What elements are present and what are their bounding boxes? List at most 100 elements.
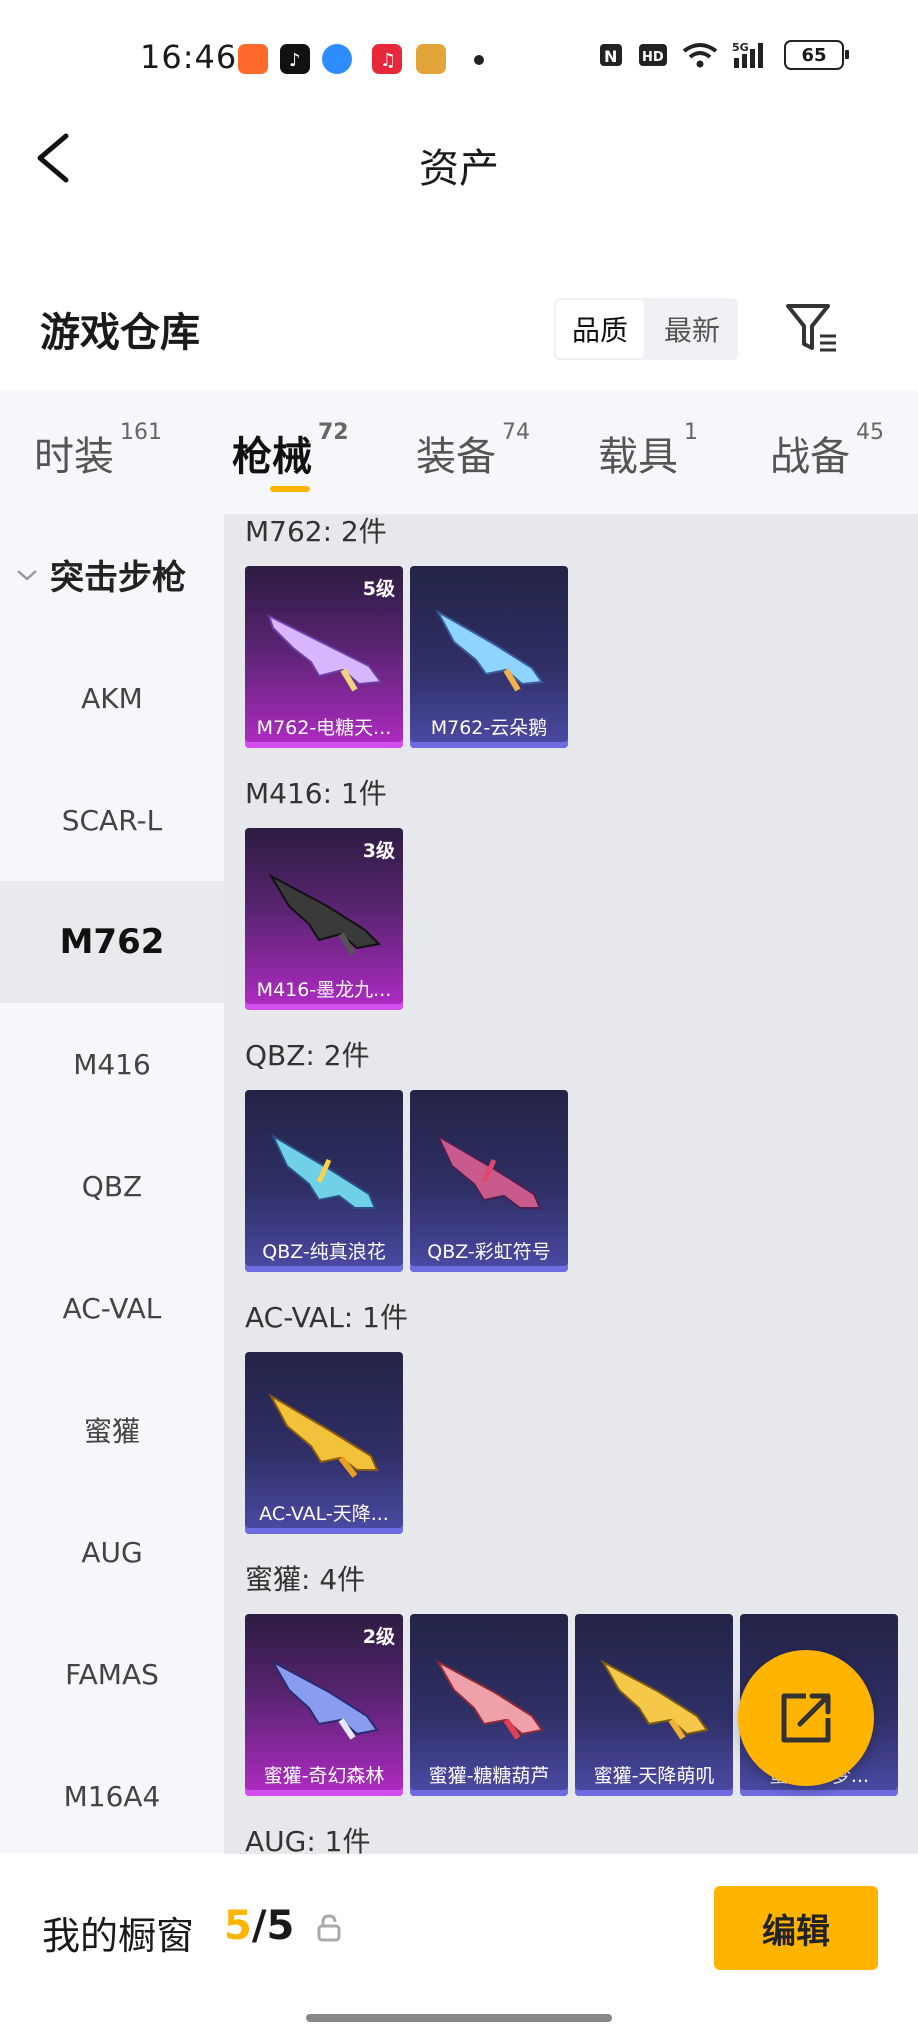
weapon-card[interactable]: QBZ-彩虹符号 — [410, 1090, 568, 1272]
sidebar-item-aug[interactable]: AUG — [0, 1491, 224, 1613]
rifle-skin-image — [435, 1659, 544, 1740]
rifle-skin-image — [270, 1659, 379, 1740]
tab-firearms[interactable]: 枪械72 — [232, 420, 349, 482]
page-title: 资产 — [419, 146, 499, 192]
rifle-skin-image — [435, 609, 544, 692]
tab-label: 战备 — [770, 434, 850, 480]
tab-vehicles[interactable]: 载具1 — [598, 420, 698, 482]
svg-text:N: N — [604, 47, 617, 66]
tab-count: 1 — [684, 420, 698, 445]
lock-icon — [316, 1914, 342, 1946]
sidebar-item-famas[interactable]: FAMAS — [0, 1613, 224, 1735]
weapon-card[interactable]: 蜜獾-糖糖葫芦 — [410, 1614, 568, 1796]
tab-label: 时装 — [34, 434, 114, 480]
item-name: AC-VAL-天降... — [259, 1503, 389, 1525]
weapon-card[interactable]: AC-VAL-天降... — [245, 1352, 403, 1534]
section-label: M762: 2件 — [245, 515, 387, 548]
filter-button[interactable] — [784, 300, 840, 356]
rifle-skin-image — [270, 1133, 377, 1209]
tab-label: 载具 — [598, 434, 678, 480]
tiktok-app-icon: ♪ — [280, 44, 310, 74]
weapon-card[interactable]: QBZ-纯真浪花 — [245, 1090, 403, 1272]
rifle-skin-image — [600, 1659, 709, 1740]
item-name: M762-电糖天... — [256, 717, 392, 739]
browser-app-icon — [322, 44, 352, 74]
item-name: M416-墨龙九... — [256, 979, 392, 1001]
weapon-card[interactable]: 蜜獾-天降萌叽 — [575, 1614, 733, 1796]
signal-icon: 5G — [732, 41, 763, 68]
chevron-down-icon — [17, 569, 37, 581]
rifle-skin-image — [268, 1393, 379, 1478]
svg-text:HD: HD — [642, 50, 664, 65]
tab-count: 45 — [856, 420, 884, 445]
item-name: 蜜獾-糖糖葫芦 — [428, 1765, 550, 1787]
category-tabs: 时装161 枪械72 装备74 载具1 战备45 — [0, 390, 918, 514]
nfc-icon: N — [600, 44, 622, 66]
hd-icon: HD — [639, 44, 667, 66]
section-label: AC-VAL: 1件 — [245, 1301, 408, 1334]
section-label: AUG: 1件 — [245, 1825, 371, 1854]
sort-newest-button[interactable]: 最新 — [646, 298, 738, 360]
sidebar-group-assault-rifles[interactable]: 突击步枪 — [14, 550, 186, 599]
rifle-skin-image — [267, 614, 383, 692]
tab-label: 枪械 — [232, 434, 312, 480]
sidebar-item-scar-l[interactable]: SCAR-L — [0, 759, 224, 881]
item-name: QBZ-彩虹符号 — [427, 1241, 551, 1263]
sidebar-item-akm[interactable]: AKM — [0, 637, 224, 759]
weapon-type-sidebar: AKM SCAR-L M762 M416 QBZ AC-VAL 蜜獾 AUG F… — [0, 514, 224, 1854]
sort-quality-button[interactable]: 品质 — [554, 298, 646, 360]
showcase-total: /5 — [251, 1903, 295, 1949]
share-icon — [781, 1693, 831, 1743]
tab-count: 72 — [318, 420, 349, 445]
battery-level: 65 — [801, 44, 827, 66]
item-name: 蜜獾-奇幻森林 — [263, 1765, 385, 1787]
item-level: 3级 — [362, 840, 395, 862]
weapon-card[interactable]: M762-云朵鹅 — [410, 566, 568, 748]
status-right: N HD 5G 65 — [598, 40, 849, 70]
edit-button[interactable]: 编辑 — [714, 1886, 878, 1970]
sidebar-item-m416[interactable]: M416 — [0, 1003, 224, 1125]
tab-fashion[interactable]: 时装161 — [34, 420, 162, 482]
status-time: 16:46 — [140, 38, 238, 76]
tab-label: 装备 — [416, 434, 496, 480]
section-label: M416: 1件 — [245, 777, 387, 810]
section-label: QBZ: 2件 — [245, 1039, 370, 1072]
showcase-current: 5 — [224, 1903, 252, 1949]
share-button[interactable] — [738, 1650, 874, 1786]
home-indicator[interactable] — [306, 2014, 612, 2022]
svg-text:♫: ♫ — [380, 50, 396, 71]
filter-icon — [786, 304, 836, 352]
tab-equipment[interactable]: 装备74 — [416, 420, 530, 482]
showcase-count: 5/5 — [224, 1903, 294, 1949]
battery-icon: 65 — [784, 40, 849, 70]
item-level: 2级 — [362, 1626, 395, 1648]
tab-supplies[interactable]: 战备45 — [770, 420, 884, 482]
section-label: 蜜獾: 4件 — [245, 1563, 366, 1596]
tab-count: 74 — [502, 420, 530, 445]
peace-elite-app-icon — [416, 44, 446, 74]
sort-segmented-control: 品质 最新 — [554, 298, 738, 360]
game-app-icon — [238, 44, 268, 74]
weapon-card[interactable]: 5级 M762-电糖天... — [245, 566, 403, 748]
svg-text:5G: 5G — [732, 41, 749, 54]
sidebar-item-honey-badger[interactable]: 蜜獾 — [0, 1369, 224, 1491]
sidebar-item-m16a4[interactable]: M16A4 — [0, 1735, 224, 1857]
rifle-skin-image — [435, 1133, 542, 1209]
item-name: M762-云朵鹅 — [430, 717, 548, 739]
showcase-label: 我的橱窗 — [42, 1914, 195, 1958]
svg-text:♪: ♪ — [289, 50, 301, 71]
tab-count: 161 — [120, 420, 162, 445]
item-name: QBZ-纯真浪花 — [262, 1241, 386, 1263]
status-bar: 16:46 ♪ ♫ N HD 5G 65 — [0, 0, 918, 120]
rifle-skin-image — [268, 873, 382, 956]
item-name: 蜜獾-天降萌叽 — [593, 1765, 715, 1787]
weapon-card[interactable]: 3级 M416-墨龙九... — [245, 828, 403, 1010]
more-notifications-dot — [474, 55, 484, 65]
sidebar-item-ac-val[interactable]: AC-VAL — [0, 1247, 224, 1369]
weapon-card[interactable]: 2级 蜜獾-奇幻森林 — [245, 1614, 403, 1796]
item-level: 5级 — [362, 578, 395, 600]
sidebar-item-qbz[interactable]: QBZ — [0, 1125, 224, 1247]
active-tab-indicator — [270, 486, 310, 492]
sidebar-item-m762[interactable]: M762 — [0, 881, 224, 1003]
music-app-icon: ♫ — [372, 44, 402, 74]
